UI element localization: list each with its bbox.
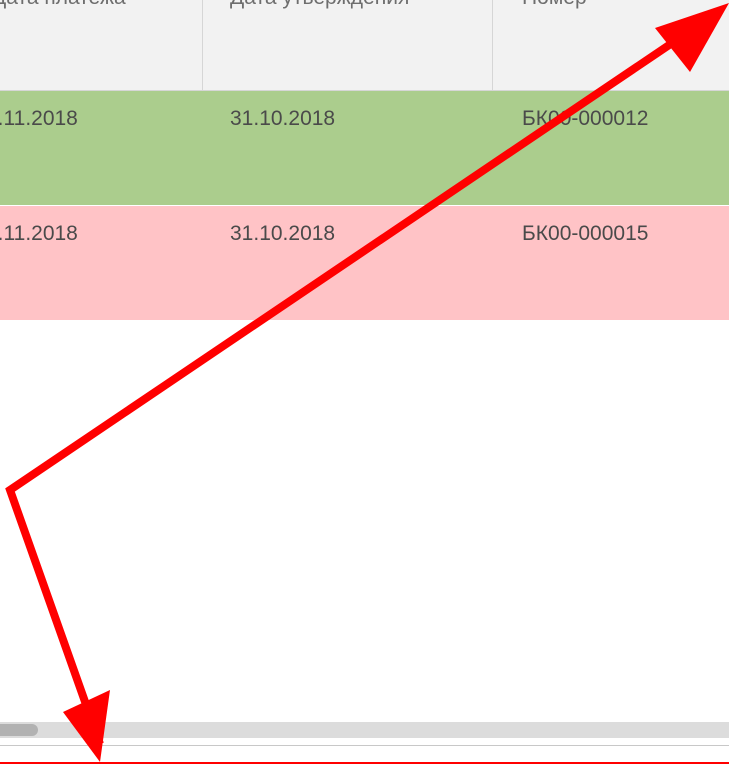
cell-approval-date: 31.10.2018: [230, 107, 336, 130]
cell-number: БК00-000015: [522, 222, 649, 245]
documents-table: Дата платежа Дата утверждения Номер 0.11…: [0, 0, 729, 321]
document-list-view: Дата платежа Дата утверждения Номер 0.11…: [0, 0, 729, 765]
column-header-payment-date[interactable]: Дата платежа: [0, 0, 203, 90]
table-header: Дата платежа Дата утверждения Номер: [0, 0, 729, 91]
column-header-label: Номер: [522, 0, 587, 10]
column-header-label: Дата утверждения: [230, 0, 409, 10]
annotation-underline: [0, 762, 729, 764]
table-row[interactable]: 0.11.2018 31.10.2018 БК00-000012: [0, 91, 729, 206]
column-header-approval-date[interactable]: Дата утверждения: [203, 0, 493, 90]
cell-approval-date: 31.10.2018: [230, 222, 336, 245]
cell-payment-date: 5.11.2018: [0, 222, 78, 245]
horizontal-scrollbar[interactable]: [0, 722, 729, 738]
table-row[interactable]: 5.11.2018 31.10.2018 БК00-000015: [0, 206, 729, 321]
column-header-number[interactable]: Номер: [493, 0, 729, 90]
cell-payment-date: 0.11.2018: [0, 107, 78, 130]
scrollbar-thumb[interactable]: [0, 724, 38, 736]
divider: [0, 745, 729, 746]
cell-number: БК00-000012: [522, 107, 649, 130]
column-header-label: Дата платежа: [0, 0, 126, 10]
